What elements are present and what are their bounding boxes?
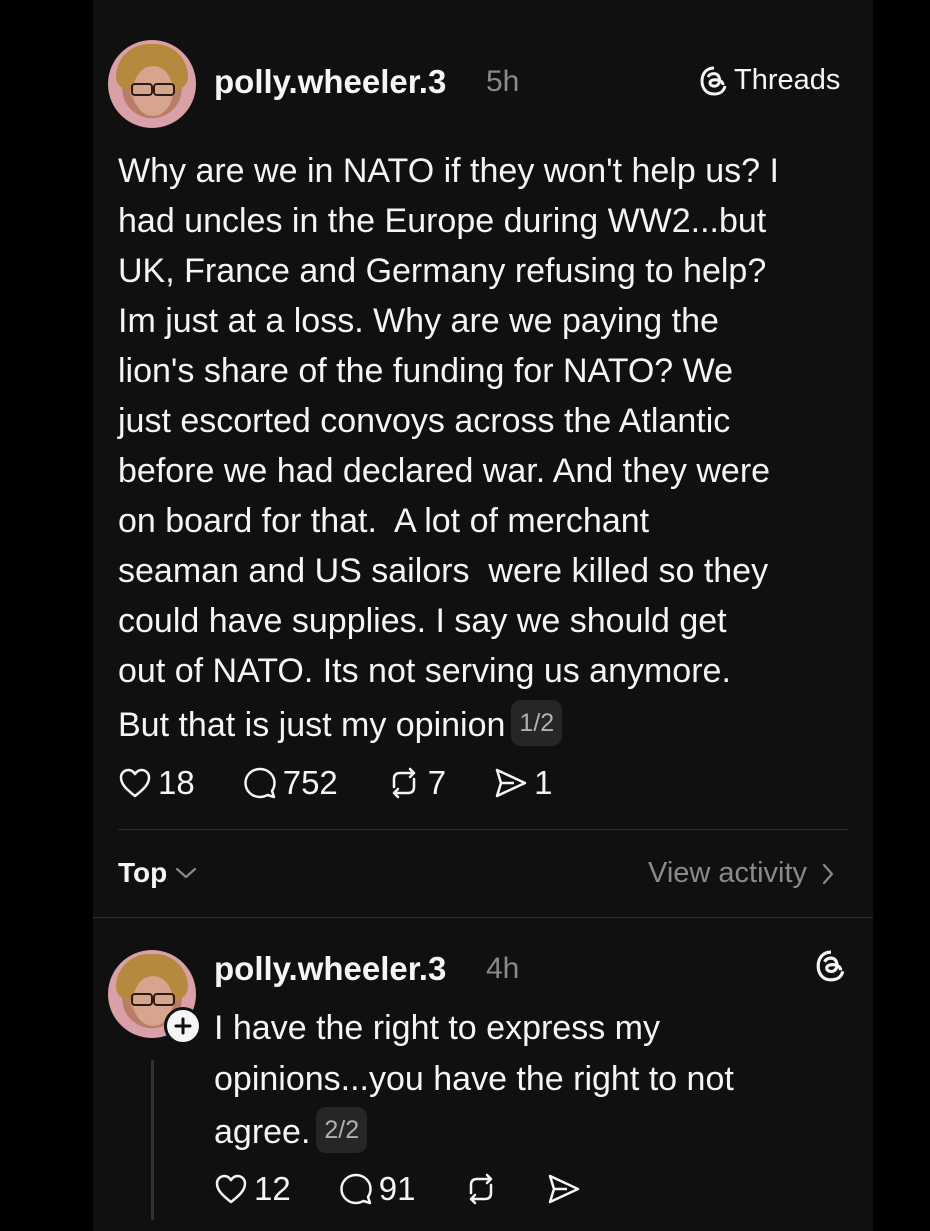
post-username[interactable]: polly.wheeler.3 [214, 63, 446, 101]
repost-icon [470, 1173, 493, 1205]
chevron-right-icon [822, 863, 834, 884]
activity-label: View activity [648, 857, 808, 889]
post-actions: 18 752 7 1 [118, 764, 553, 802]
reply-text-line: opinions...you have the right to not [214, 1060, 734, 1098]
reply-repost-button[interactable] [463, 1173, 499, 1205]
divider [118, 829, 849, 830]
post-text-line: out of NATO. Its not serving us anymore. [118, 652, 731, 690]
like-button[interactable]: 18 [118, 764, 195, 802]
post-text-line: on board for that. A lot of merchant [118, 502, 650, 540]
heart-icon [119, 768, 151, 798]
post-body: Why are we in NATO if they won't help us… [118, 146, 853, 750]
like-count: 18 [158, 764, 195, 801]
post-time: 5h [486, 65, 520, 98]
post-text-line: Im just at a loss. Why are we paying the [118, 302, 719, 340]
repost-icon [392, 767, 416, 799]
reply-text-line: agree. 2/2 [214, 1107, 854, 1158]
post-text-line: before we had declared war. And they wer… [118, 452, 771, 490]
post-text-line: Why are we in NATO if they won't help us… [118, 152, 779, 190]
thread-connector [151, 1060, 154, 1220]
post-text-line: just escorted convoys across the Atlanti… [118, 402, 731, 440]
thread-pager: 1/2 [511, 700, 563, 747]
reply-share-button[interactable] [547, 1173, 581, 1205]
reply-button[interactable]: 752 [243, 764, 338, 802]
threads-label: Threads [734, 64, 841, 96]
speech-bubble-icon [339, 1173, 372, 1205]
sort-label: Top [118, 857, 168, 888]
share-count: 1 [534, 764, 553, 801]
reply-like-count: 12 [254, 1170, 291, 1207]
sort-dropdown[interactable]: Top [118, 857, 197, 889]
reply-reply-button[interactable]: 91 [339, 1170, 416, 1208]
post-text-line: But that is just my opinion 1/2 [118, 700, 853, 750]
avatar[interactable] [108, 40, 196, 128]
section-divider [93, 917, 873, 918]
post-text-line: seaman and US sailors were killed so the… [118, 552, 769, 590]
threads-logo-icon[interactable] [816, 950, 846, 982]
post-text-line: could have supplies. I say we should get [118, 602, 727, 640]
send-icon [549, 1174, 580, 1204]
send-icon [495, 768, 527, 798]
post-text-line: had uncles in the Europe during WW2...bu… [118, 202, 767, 240]
threads-badge[interactable]: Threads [700, 64, 840, 97]
reply-body: I have the right to express my opinions.… [214, 1003, 854, 1158]
heart-icon [215, 1174, 247, 1204]
reply-text-last: agree. [214, 1113, 311, 1151]
reply-actions: 12 91 [214, 1170, 581, 1208]
reply-time: 4h [486, 952, 520, 985]
repost-button[interactable]: 7 [386, 764, 446, 802]
post-text-line: lion's share of the funding for NATO? We [118, 352, 734, 390]
reply-text-line: I have the right to express my [214, 1009, 660, 1047]
reply-reply-count: 91 [378, 1170, 416, 1207]
post-text-last: But that is just my opinion [118, 706, 506, 744]
share-button[interactable]: 1 [494, 764, 553, 802]
post-text-line: UK, France and Germany refusing to help? [118, 252, 767, 290]
reply-username[interactable]: polly.wheeler.3 [214, 950, 446, 988]
thread-pager: 2/2 [316, 1107, 368, 1154]
reply-like-button[interactable]: 12 [214, 1170, 291, 1208]
plus-icon [174, 1017, 192, 1035]
repost-count: 7 [427, 764, 447, 801]
speech-bubble-icon [243, 767, 276, 799]
threads-logo-icon [700, 66, 727, 96]
reply-count: 752 [282, 764, 338, 801]
follow-button[interactable] [164, 1007, 202, 1045]
chevron-down-icon [176, 867, 197, 879]
view-activity-link[interactable]: View activity [648, 857, 835, 890]
